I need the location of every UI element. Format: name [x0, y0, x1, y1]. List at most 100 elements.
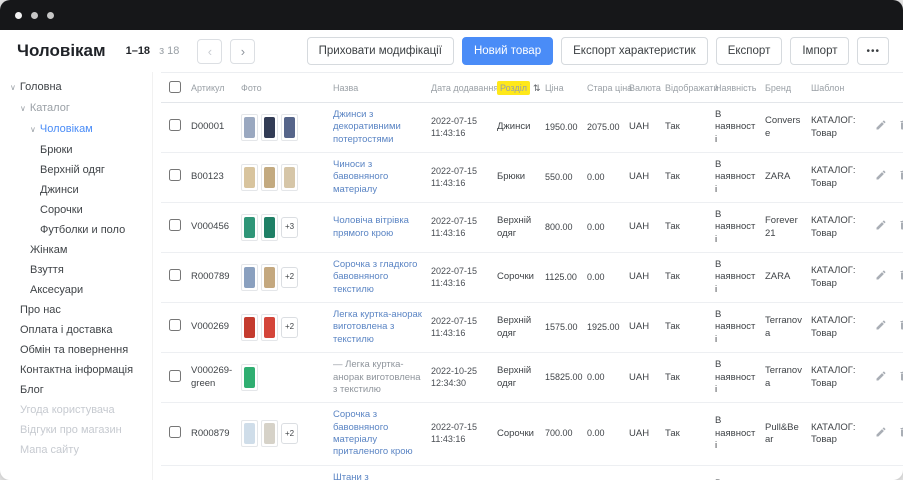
product-photo	[261, 114, 278, 141]
delete-icon[interactable]	[897, 426, 903, 439]
product-name-link[interactable]: Штани з бавовняного матеріалу прямого кр…	[333, 472, 423, 480]
availability-cell: В наявності	[711, 465, 761, 480]
template-cell: КАТАЛОГ: Товар	[807, 203, 863, 253]
edit-icon[interactable]	[874, 169, 887, 182]
delete-icon[interactable]	[897, 319, 903, 332]
sidebar-item[interactable]: Взуття	[0, 260, 152, 280]
delete-icon[interactable]	[897, 269, 903, 282]
sidebar-item[interactable]: ∨Чоловікам	[0, 119, 152, 140]
product-name-link[interactable]: — Легка куртка-анорак виготовлена з текс…	[333, 359, 423, 396]
price-cell: 800.00	[541, 203, 583, 253]
sidebar-item[interactable]: Джинси	[0, 180, 152, 200]
sidebar-item[interactable]: ∨Каталог	[0, 98, 152, 119]
sidebar-item-label: Про нас	[20, 304, 61, 316]
sidebar-item[interactable]: Брюки	[0, 140, 152, 160]
column-header-name[interactable]: Назва	[329, 73, 427, 103]
sidebar-item[interactable]: Угода користувача	[0, 400, 152, 420]
export-button[interactable]: Експорт	[716, 37, 783, 65]
product-photo	[261, 214, 278, 241]
edit-icon[interactable]	[874, 319, 887, 332]
product-name-link[interactable]: Джинси з декоративними потертостями	[333, 109, 423, 146]
pagination-total: з 18	[159, 45, 179, 57]
sidebar-item[interactable]: Верхній одяг	[0, 160, 152, 180]
row-checkbox[interactable]	[169, 269, 181, 281]
row-checkbox[interactable]	[169, 169, 181, 181]
sidebar-item[interactable]: Сорочки	[0, 200, 152, 220]
sidebar-item[interactable]: Контактна інформація	[0, 360, 152, 380]
window-minimize-dot[interactable]	[31, 12, 38, 19]
import-button[interactable]: Імпорт	[790, 37, 849, 65]
row-checkbox[interactable]	[169, 219, 181, 231]
table-row: V000269-green — Легка куртка-анорак виго…	[161, 353, 903, 403]
column-header-section[interactable]: Розділ	[497, 81, 530, 95]
window-maximize-dot[interactable]	[47, 12, 54, 19]
column-header-price[interactable]: Ціна	[541, 73, 583, 103]
prev-page-button[interactable]: ‹	[197, 39, 222, 64]
sidebar-item[interactable]: Обмін та повернення	[0, 340, 152, 360]
sidebar-item[interactable]: Про нас	[0, 300, 152, 320]
edit-icon[interactable]	[874, 269, 887, 282]
column-header-date[interactable]: Дата додавання	[427, 73, 493, 103]
product-name-link[interactable]: Легка куртка-анорак виготовлена з тексти…	[333, 309, 423, 346]
delete-icon[interactable]	[897, 119, 903, 132]
next-page-button[interactable]: ›	[230, 39, 255, 64]
delete-icon[interactable]	[897, 219, 903, 232]
window-close-dot[interactable]	[15, 12, 22, 19]
price-cell: 725.00	[541, 465, 583, 480]
edit-icon[interactable]	[874, 370, 887, 383]
more-actions-button[interactable]: •••	[857, 37, 889, 65]
hide-modifications-button[interactable]: Приховати модифікації	[307, 37, 454, 65]
more-photos-badge[interactable]: +2	[281, 317, 298, 338]
sidebar-item[interactable]: Аксесуари	[0, 280, 152, 300]
price-cell: 1950.00	[541, 103, 583, 153]
sku-cell: R000879	[187, 403, 237, 465]
date-added-cell: 2022-10-25 12:34:30	[427, 353, 493, 403]
column-header-sku[interactable]: Артикул	[187, 73, 237, 103]
brand-cell: Converse	[761, 103, 807, 153]
column-header-brand[interactable]: Бренд	[761, 73, 807, 103]
section-cell: Брюки	[493, 153, 541, 203]
product-name-link[interactable]: Чоловіча вітрівка прямого крою	[333, 215, 423, 240]
sidebar-item[interactable]: Мапа сайту	[0, 440, 152, 460]
page-title: Чоловікам	[17, 41, 106, 61]
export-characteristics-button[interactable]: Експорт характеристик	[561, 37, 708, 65]
sidebar-item[interactable]: ∨Головна	[0, 77, 152, 98]
edit-icon[interactable]	[874, 119, 887, 132]
more-photos-badge[interactable]: +2	[281, 267, 298, 288]
more-photos-badge[interactable]: +2	[281, 423, 298, 444]
window-titlebar	[0, 0, 903, 30]
product-name-link[interactable]: Чиноси з бавовняного матеріалу	[333, 159, 423, 196]
photo-thumbnails: +3	[241, 214, 325, 241]
delete-icon[interactable]	[897, 169, 903, 182]
row-checkbox[interactable]	[169, 370, 181, 382]
old-price-cell: 0.00	[583, 253, 625, 303]
sort-icon[interactable]: ⇅	[533, 83, 541, 93]
select-all-checkbox[interactable]	[169, 81, 181, 93]
new-product-button[interactable]: Новий товар	[462, 37, 553, 65]
template-cell: КАТАЛОГ: Товар	[807, 103, 863, 153]
row-checkbox[interactable]	[169, 119, 181, 131]
row-checkbox[interactable]	[169, 426, 181, 438]
date-added-cell: 2022-07-15 11:43:16	[427, 153, 493, 203]
product-name-link[interactable]: Сорочка з гладкого бавовняного текстилю	[333, 259, 423, 296]
sidebar-item[interactable]: Футболки и поло	[0, 220, 152, 240]
price-cell: 15825.00	[541, 353, 583, 403]
sidebar-item[interactable]: Відгуки про магазин	[0, 420, 152, 440]
sidebar-item[interactable]: Блог	[0, 380, 152, 400]
column-header-old-price[interactable]: Стара ціна	[583, 73, 625, 103]
edit-icon[interactable]	[874, 219, 887, 232]
column-header-availability[interactable]: Наявність	[711, 73, 761, 103]
product-name-link[interactable]: Сорочка з бавовняного матеріалу притален…	[333, 409, 423, 458]
column-header-currency[interactable]: Валюта	[625, 73, 661, 103]
column-header-template[interactable]: Шаблон	[807, 73, 863, 103]
more-photos-badge[interactable]: +3	[281, 217, 298, 238]
price-cell: 550.00	[541, 153, 583, 203]
row-checkbox[interactable]	[169, 319, 181, 331]
sidebar-item-label: Обмін та повернення	[20, 344, 128, 356]
sidebar-item[interactable]: Жінкам	[0, 240, 152, 260]
column-header-display[interactable]: Відображати	[661, 73, 711, 103]
table-row: V000456 +3 Чоловіча вітрівка прямого кро…	[161, 203, 903, 253]
delete-icon[interactable]	[897, 370, 903, 383]
edit-icon[interactable]	[874, 426, 887, 439]
sidebar-item[interactable]: Оплата і доставка	[0, 320, 152, 340]
